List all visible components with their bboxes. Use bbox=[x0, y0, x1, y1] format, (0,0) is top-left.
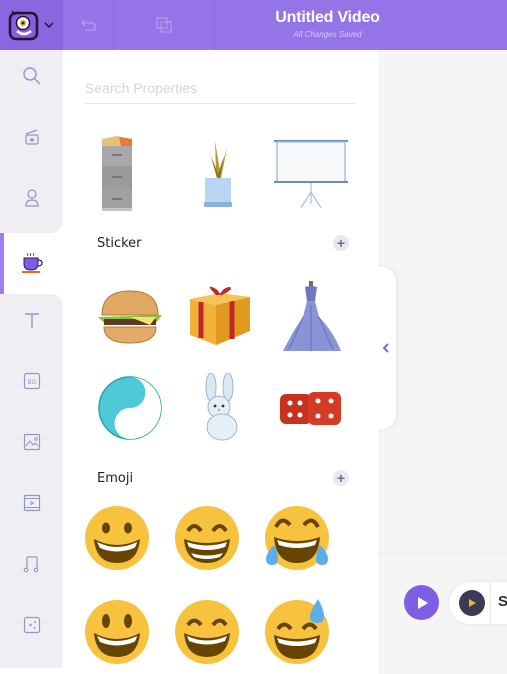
grinning-squint-emoji-icon bbox=[175, 600, 239, 664]
sidebar-item-search[interactable] bbox=[0, 56, 63, 96]
sidebar-item-scenes[interactable] bbox=[0, 117, 63, 157]
emoji-item[interactable] bbox=[77, 498, 157, 578]
sidebar-group-top bbox=[0, 50, 63, 233]
smiley-emoji-icon bbox=[85, 600, 149, 664]
tears-of-joy-emoji-icon bbox=[265, 506, 329, 570]
burger-icon bbox=[98, 290, 162, 344]
emoji-item[interactable] bbox=[167, 498, 247, 578]
file-cabinet-icon bbox=[102, 135, 132, 211]
chevron-down-icon bbox=[44, 22, 54, 29]
emoji-item[interactable] bbox=[77, 592, 157, 672]
add-emoji-button[interactable]: + bbox=[333, 470, 349, 486]
gown-icon bbox=[283, 281, 341, 351]
sidebar-item-text[interactable] bbox=[0, 300, 63, 340]
sparkle-icon bbox=[23, 616, 40, 634]
film-icon bbox=[23, 494, 40, 512]
undo-icon bbox=[81, 19, 96, 31]
sidebar: BG bbox=[0, 50, 63, 674]
sticker-item[interactable] bbox=[90, 277, 170, 357]
search-properties-input[interactable] bbox=[85, 72, 355, 104]
grinning-face-emoji-icon bbox=[85, 506, 149, 570]
add-sticker-button[interactable]: + bbox=[333, 235, 349, 251]
sticker-section-header: Sticker + bbox=[97, 233, 349, 253]
save-status: All Changes Saved bbox=[293, 30, 362, 39]
text-icon bbox=[24, 313, 39, 328]
play-icon bbox=[469, 599, 476, 607]
sidebar-item-background[interactable]: BG bbox=[0, 361, 63, 401]
sidebar-item-images[interactable] bbox=[0, 422, 63, 462]
sidebar-item-properties[interactable] bbox=[0, 233, 63, 294]
section-title: Sticker bbox=[97, 235, 142, 251]
title-area: Untitled Video All Changes Saved bbox=[215, 0, 440, 50]
collapse-panel-button[interactable] bbox=[376, 267, 396, 429]
emoji-section-header: Emoji + bbox=[97, 468, 349, 488]
app-menu-button[interactable] bbox=[0, 0, 63, 50]
projector-screen-icon bbox=[274, 139, 348, 208]
logo-icon bbox=[8, 10, 39, 41]
emoji-item[interactable] bbox=[257, 592, 337, 672]
emoji-item[interactable] bbox=[167, 592, 247, 672]
scene-play-button[interactable] bbox=[459, 590, 485, 616]
bunny-icon bbox=[205, 373, 238, 441]
property-item[interactable] bbox=[271, 133, 351, 213]
sticker-item[interactable] bbox=[180, 368, 260, 448]
sidebar-item-effects[interactable] bbox=[0, 605, 63, 645]
play-icon bbox=[417, 596, 428, 609]
sidebar-group-bottom: BG bbox=[0, 294, 63, 668]
clapperboard-icon bbox=[24, 129, 39, 145]
image-icon bbox=[23, 433, 40, 451]
section-title: Emoji bbox=[97, 470, 134, 486]
duplicate-icon bbox=[156, 17, 172, 33]
sidebar-item-music[interactable] bbox=[0, 544, 63, 584]
gift-box-icon bbox=[190, 286, 250, 345]
svg-text:BG: BG bbox=[27, 380, 36, 386]
chevron-left-icon bbox=[382, 343, 389, 353]
sticker-item[interactable] bbox=[90, 368, 170, 448]
yin-yang-icon bbox=[98, 376, 162, 440]
scene-label: S bbox=[498, 593, 507, 610]
sidebar-item-characters[interactable] bbox=[0, 178, 63, 218]
property-item[interactable] bbox=[177, 133, 257, 213]
plant-pot-icon bbox=[204, 140, 232, 207]
play-button[interactable] bbox=[404, 585, 439, 620]
emoji-item[interactable] bbox=[257, 498, 337, 578]
sidebar-item-video[interactable] bbox=[0, 483, 63, 523]
sticker-item[interactable] bbox=[271, 368, 351, 448]
sticker-item[interactable] bbox=[180, 277, 260, 357]
sticker-item[interactable] bbox=[271, 277, 351, 357]
top-bar: Untitled Video All Changes Saved bbox=[0, 0, 507, 50]
video-title[interactable]: Untitled Video bbox=[215, 9, 440, 27]
beaming-face-emoji-icon bbox=[175, 506, 239, 570]
properties-panel: Sticker + Emoji + bbox=[63, 50, 378, 674]
music-icon bbox=[23, 556, 38, 573]
search-icon bbox=[22, 67, 40, 85]
divider bbox=[490, 582, 491, 624]
coffee-cup-icon bbox=[21, 252, 43, 273]
character-icon bbox=[24, 189, 39, 207]
property-item[interactable] bbox=[77, 133, 157, 213]
bg-icon: BG bbox=[23, 372, 40, 390]
undo-button[interactable] bbox=[63, 0, 114, 50]
dice-icon bbox=[280, 392, 341, 425]
grinning-sweat-emoji-icon bbox=[265, 599, 329, 664]
duplicate-button[interactable] bbox=[114, 0, 215, 50]
